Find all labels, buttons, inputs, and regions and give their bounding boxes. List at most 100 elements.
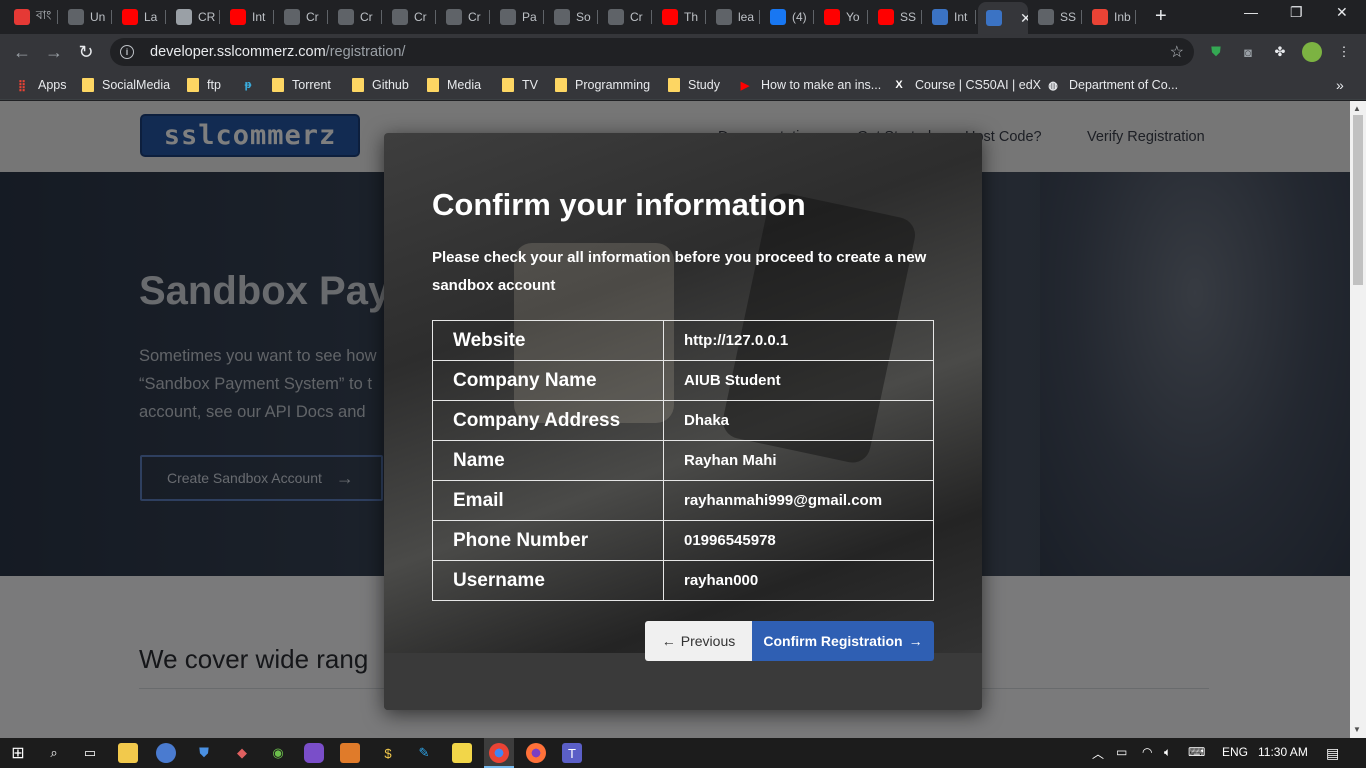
forward-arrow-icon[interactable]: → [42,40,66,64]
bookmark-item[interactable]: Programming [555,76,650,94]
minimize-icon[interactable]: — [1244,4,1258,20]
zoom-icon [986,10,1002,26]
browser-tab[interactable]: Int [222,4,274,30]
bookmark-item[interactable]: SocialMedia [82,76,170,94]
scroll-thumb[interactable] [1353,115,1363,285]
modal-subtitle: Please check your all information before… [432,249,927,294]
browser-tab[interactable]: lea [708,4,760,30]
media-player-icon[interactable] [452,743,472,763]
browser-tab[interactable]: CR [168,4,220,30]
confirm-registration-button[interactable]: Confirm Registration → [752,621,934,661]
shield-app-icon[interactable]: ⛊ [194,743,214,763]
dollar-app-icon[interactable]: $ [378,743,398,763]
scroll-down-icon[interactable]: ▼ [1353,725,1361,734]
shield-extension-icon[interactable]: ⛊ [1206,42,1226,62]
browser-tab[interactable]: Cr [438,4,490,30]
folder-icon [427,78,439,92]
profile-avatar[interactable] [1302,42,1322,62]
language-indicator[interactable]: ENG [1222,745,1248,759]
new-tab-button[interactable]: + [1155,5,1167,28]
search-icon[interactable]: ⌕ [44,743,64,763]
info-value: AIUB Student [663,360,934,401]
battery-icon[interactable]: ▭ [1116,745,1127,759]
info-label: Username [432,560,664,601]
maximize-icon[interactable]: ❐ [1290,4,1303,21]
previous-button[interactable]: ← Previous [645,621,752,661]
folder-icon [502,78,514,92]
bookmark-item[interactable]: Media [427,76,481,94]
youtube-icon [122,9,138,25]
browser-tab[interactable]: Cr [276,4,328,30]
browser-tab[interactable]: বাং [6,4,58,30]
zoom-icon [932,9,948,25]
tray-expand-icon[interactable]: ︿ [1092,745,1104,762]
bookmark-item[interactable]: Torrent [272,76,331,94]
bookmark-item[interactable]: ▶ How to make an ins... [737,76,881,94]
camera-extension-icon[interactable]: ◙ [1238,42,1258,62]
scroll-up-icon[interactable]: ▲ [1353,104,1361,113]
more-bookmarks-icon[interactable]: » [1336,76,1344,94]
browser-tab[interactable]: ✕ [978,2,1028,34]
bookmark-item[interactable]: ◍ Department of Co... [1045,76,1178,94]
browser-tab[interactable]: Yo [816,4,868,30]
file-explorer-icon[interactable] [118,743,138,763]
bookmark-item[interactable]: X Course | CS50AI | edX [891,76,1041,94]
extensions-puzzle-icon[interactable]: ✤ [1270,42,1290,62]
bookmark-item[interactable]: TV [502,76,538,94]
bookmark-item[interactable]: ⣿ Apps [14,76,67,94]
volume-icon[interactable]: 🔈︎ [1164,745,1171,760]
xampp-icon[interactable] [340,743,360,763]
keyboard-icon[interactable]: ⌨ [1188,745,1205,759]
app-icon[interactable] [156,743,176,763]
browser-tab[interactable]: (4) [762,4,814,30]
windows-start-icon[interactable]: ⊞ [8,743,28,763]
teams-icon[interactable]: T [562,743,582,763]
browser-tab[interactable]: Un [60,4,112,30]
browser-tab[interactable]: So [546,4,598,30]
browser-tab[interactable]: SS [1030,4,1082,30]
browser-tab[interactable]: Inb [1084,4,1136,30]
info-icon[interactable]: i [120,45,134,59]
address-bar[interactable]: i developer.sslcommerz.com/registration/… [110,38,1194,66]
discord-icon[interactable] [304,743,324,763]
close-window-icon[interactable]: ✕ [1336,4,1348,21]
notifications-icon[interactable]: ▤ [1326,745,1339,762]
modal-footer-band [384,653,982,710]
bookmark-item[interactable]: ᵽ [240,76,264,94]
vscode-icon[interactable]: ✎ [414,743,434,763]
bookmark-item[interactable]: Github [352,76,409,94]
tab-separator [57,10,58,24]
browser-tab[interactable]: La [114,4,166,30]
github-icon [338,9,354,25]
browser-tab[interactable]: SS [870,4,922,30]
paint-icon[interactable]: ◆ [232,743,252,763]
github-icon [446,9,462,25]
browser-tab[interactable]: Pa [492,4,544,30]
tab-title: SS [900,10,917,24]
clock[interactable]: 11:30 AM [1258,745,1308,759]
back-arrow-icon[interactable]: ← [10,40,34,64]
bookmark-star-icon[interactable]: ☆ [1170,42,1184,62]
confirm-modal: Confirm your information Please check yo… [384,133,982,710]
info-label: Company Address [432,400,664,441]
wifi-icon[interactable]: ◠ [1142,745,1152,759]
reload-icon[interactable]: ↻ [74,40,98,64]
bookmark-item[interactable]: Study [668,76,720,94]
chrome-icon[interactable] [489,743,509,763]
firefox-icon[interactable] [526,743,546,763]
menu-kebab-icon[interactable]: ⋮ [1334,42,1354,62]
close-tab-icon[interactable]: ✕ [1020,10,1028,27]
task-view-icon[interactable]: ▭ [80,743,100,763]
browser-tab[interactable]: Int [924,4,976,30]
browser-tab[interactable]: Cr [330,4,382,30]
browser-tab[interactable]: Th [654,4,706,30]
bookmark-item[interactable]: ftp [187,76,221,94]
browser-tab[interactable]: Cr [600,4,652,30]
globe-app-icon[interactable]: ◉ [268,743,288,763]
folder-icon [82,78,94,92]
github-icon [1038,9,1054,25]
browser-tab[interactable]: Cr [384,4,436,30]
page-scrollbar[interactable]: ▲ ▼ [1350,101,1366,738]
tab-separator [759,10,760,24]
info-label: Phone Number [432,520,664,561]
